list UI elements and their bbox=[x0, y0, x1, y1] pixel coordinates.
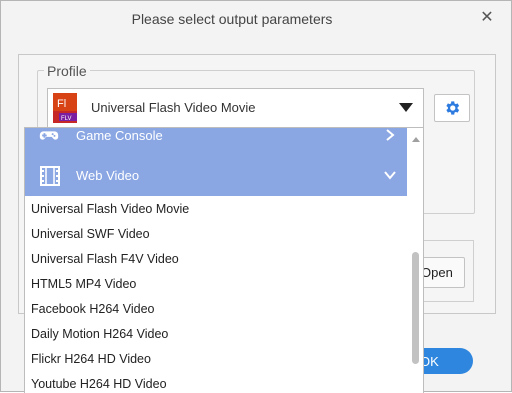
dropdown-arrow-icon[interactable] bbox=[399, 103, 413, 112]
category-web-video[interactable]: Web Video bbox=[25, 156, 407, 196]
chevron-down-icon bbox=[384, 171, 396, 180]
list-item[interactable]: Universal Flash F4V Video bbox=[31, 252, 179, 266]
category-game-console[interactable]: Game Console bbox=[25, 128, 407, 156]
gear-icon bbox=[446, 101, 460, 115]
profile-select[interactable]: Fl FLV Universal Flash Video Movie bbox=[47, 88, 424, 128]
list-item[interactable]: Flickr H264 HD Video bbox=[31, 352, 151, 366]
list-item[interactable]: Universal SWF Video bbox=[31, 227, 150, 241]
dialog-title: Please select output parameters bbox=[131, 11, 333, 27]
list-item[interactable]: HTML5 MP4 Video bbox=[31, 277, 136, 291]
category-label: Game Console bbox=[76, 128, 163, 143]
list-item[interactable]: Facebook H264 Video bbox=[31, 302, 154, 316]
dialog-titlebar: Please select output parameters ✕ bbox=[1, 1, 511, 37]
flv-file-icon: Fl FLV bbox=[53, 93, 77, 123]
profile-settings-button[interactable] bbox=[434, 94, 470, 122]
category-label: Web Video bbox=[76, 168, 140, 183]
gamepad-icon bbox=[39, 131, 59, 140]
close-icon[interactable]: ✕ bbox=[479, 10, 495, 26]
list-item[interactable]: Youtube H264 HD Video bbox=[31, 377, 167, 391]
film-icon bbox=[40, 166, 60, 186]
scroll-up-icon[interactable] bbox=[412, 137, 420, 142]
svg-text:Fl: Fl bbox=[57, 98, 66, 110]
chevron-right-icon bbox=[386, 129, 395, 141]
profile-dropdown-list: Game Console Web Video Universal Flash V… bbox=[24, 127, 424, 393]
list-item[interactable]: Daily Motion H264 Video bbox=[31, 327, 168, 341]
scrollbar-thumb[interactable] bbox=[412, 252, 419, 364]
profile-selected-label: Universal Flash Video Movie bbox=[91, 100, 256, 115]
svg-text:FLV: FLV bbox=[61, 116, 72, 122]
profile-legend: Profile bbox=[44, 63, 90, 79]
open-button-label: Open bbox=[421, 265, 453, 280]
list-item[interactable]: Universal Flash Video Movie bbox=[31, 202, 189, 216]
